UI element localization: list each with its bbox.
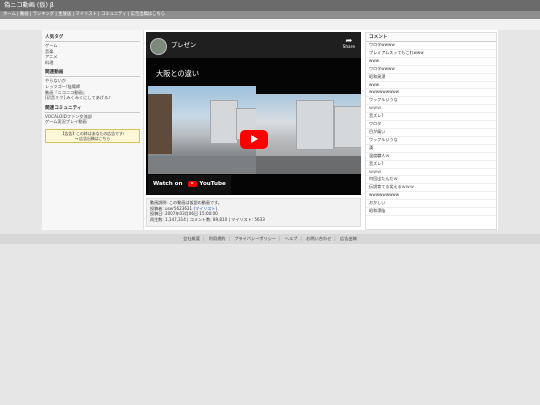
comment-row: ワッフルいうな <box>366 97 496 106</box>
uploader-name[interactable]: user5623631 <box>165 206 192 211</box>
player-header: プレゼン ➦ Share <box>146 32 361 58</box>
related-video-link[interactable]: [初音ミク] みくみくにしてあげる♪ <box>45 95 140 101</box>
ad-bar: 【広告】プレミアム会員募集中!今なら初月無料! <box>0 19 540 39</box>
comment-row: 目が痛い <box>366 129 496 137</box>
comment-row: 昭和臭漂 <box>366 74 496 82</box>
community-link[interactable]: ゲーム実況プレイ動画 <box>45 119 140 125</box>
footer-link[interactable]: 会社概要 <box>183 236 200 241</box>
street-photo-right <box>256 94 361 174</box>
footer-link[interactable]: 利用規約 <box>209 236 226 241</box>
comment-row: 音ズレ? <box>366 161 496 169</box>
channel-avatar[interactable] <box>150 38 167 55</box>
footer-link[interactable]: ヘルプ <box>285 236 298 241</box>
share-label: Share <box>342 45 355 50</box>
comment-row: 漢 <box>366 145 496 153</box>
sidebar-ad-box[interactable]: 【広告】この枠はあなたの広告です! → 広告出稿はこちら <box>45 128 140 143</box>
street-photo-left <box>148 86 258 174</box>
comment-row: ワロタ <box>366 121 496 129</box>
comment-row: 昭和漂陰 <box>366 208 496 216</box>
play-button-icon[interactable] <box>240 130 268 149</box>
comment-row: 伝説育てる笑えるｗｗｗ <box>366 184 496 193</box>
comment-panel-heading: コメント <box>366 33 496 42</box>
main-nav[interactable]: ホーム | 動画 | ランキング | 生放送 | マイリスト | コミュニティ … <box>0 11 540 19</box>
video-info: 動画説明: この動画は仮説の動画です。 投稿者: user5623631 (マイ… <box>146 198 361 227</box>
footer-link[interactable]: お問い合わせ <box>306 236 331 241</box>
youtube-logo-icon: YouTube <box>188 175 226 194</box>
comment-row: ワッフルいうな <box>366 137 496 145</box>
popular-tags-heading: 人気タグ <box>45 34 140 42</box>
video-thumbnail[interactable]: 大阪との違い Watch on YouTube <box>146 58 361 195</box>
channel-name[interactable]: プレゼン <box>171 40 196 49</box>
comment-row: www <box>366 82 496 90</box>
comment-row: www <box>366 58 496 66</box>
footer-link[interactable]: 広告出稿 <box>340 236 357 241</box>
uploader-label: 投稿者: <box>150 205 165 211</box>
youtube-label: YouTube <box>199 181 226 187</box>
share-icon: ➦ <box>345 36 353 45</box>
video-player[interactable]: プレゼン ➦ Share 大阪との違い Watch on YouTube <box>146 32 361 195</box>
comment-panel[interactable]: コメント ワロタwwww プレミアムスッてもこれwww www ワロタwwww 昭和臭漂… <box>365 32 497 230</box>
video-title-overlay: 大阪との違い <box>156 69 200 78</box>
comment-row: ｗｗｗ <box>366 105 496 114</box>
watch-on-label: Watch on <box>153 181 183 187</box>
comment-row: ワロタwwww <box>366 42 496 50</box>
comment-list[interactable]: ワロタwwww プレミアムスッてもこれwww www ワロタwwww 昭和臭漂 www ww… <box>366 42 496 216</box>
watch-on-youtube-button[interactable]: Watch on YouTube <box>148 175 231 194</box>
page-content: 人気タグ ゲーム 音楽 アニメ 料理 関連動画 やらないか レッツゴー!陰陽師 … <box>42 30 498 230</box>
comment-row: 音ズレ? <box>366 113 496 122</box>
comment-row: おかしい <box>366 200 496 209</box>
comment-row: wwwwwwwww <box>366 192 496 201</box>
tag-link[interactable]: 料理 <box>45 60 140 66</box>
related-community-heading: 関連コミュニティ <box>45 105 140 113</box>
comment-row: 温度職人ｗ <box>366 153 496 161</box>
site-title: 偽ニコ動画 (仮) β <box>0 0 540 11</box>
sidebar-ad-link[interactable]: → 広告出稿はこちら <box>47 136 138 141</box>
footer: 会社概要 | 利用規約 | プライバシーポリシー | ヘルプ | お問い合わせ | 広告出… <box>0 234 540 244</box>
comment-row: ワロタwwww <box>366 66 496 74</box>
sidebar: 人気タグ ゲーム 音楽 アニメ 料理 関連動画 やらないか レッツゴー!陰陽師 … <box>42 30 144 230</box>
related-videos-heading: 関連動画 <box>45 69 140 78</box>
comment-row: プレミアムスッてもこれwww <box>366 50 496 58</box>
share-button[interactable]: ➦ Share <box>342 36 355 51</box>
footer-link[interactable]: プライバシーポリシー <box>234 236 276 241</box>
mylist-link[interactable]: マイリスト <box>195 206 215 211</box>
video-stats: 再生数: 1,147,314 | コメント数: 89,810 | マイリスト: … <box>150 216 265 222</box>
